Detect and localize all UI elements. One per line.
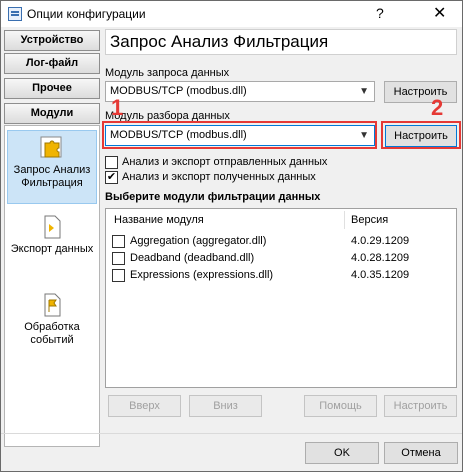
- event-flag-icon: [44, 293, 61, 317]
- module-version: 4.0.35.1209: [351, 269, 410, 281]
- app-icon: [8, 7, 22, 21]
- module-version: 4.0.29.1209: [351, 235, 410, 247]
- check-received-label: Анализ и экспорт полученных данных: [122, 171, 316, 183]
- module-name: Aggregation (aggregator.dll): [130, 235, 267, 247]
- module-checkbox[interactable]: [112, 269, 125, 282]
- ok-button[interactable]: OK: [305, 442, 379, 464]
- nav-button-logfile[interactable]: Лог-файл: [4, 53, 100, 74]
- modules-nav-pane: Запрос Анализ Фильтрация Экспорт данных …: [4, 125, 100, 447]
- request-module-value: MODBUS/TCP (modbus.dll): [110, 85, 247, 97]
- nav-item-label: Экспорт данных: [10, 243, 94, 255]
- configure-request-button[interactable]: Настроить: [384, 81, 457, 103]
- module-version: 4.0.28.1209: [351, 252, 410, 264]
- move-up-button[interactable]: Вверх: [108, 395, 181, 417]
- column-header-version[interactable]: Версия: [351, 214, 388, 226]
- check-sent-label: Анализ и экспорт отправленных данных: [122, 156, 328, 168]
- list-item[interactable]: Expressions (expressions.dll) 4.0.35.120…: [106, 268, 456, 284]
- column-header-name[interactable]: Название модуля: [114, 214, 204, 226]
- cancel-button[interactable]: Отмена: [384, 442, 458, 464]
- request-module-select[interactable]: MODBUS/TCP (modbus.dll) ▼: [105, 81, 375, 102]
- module-checkbox[interactable]: [112, 252, 125, 265]
- request-module-label: Модуль запроса данных: [105, 67, 230, 79]
- nav-button-other[interactable]: Прочее: [4, 78, 100, 99]
- nav-item-export-data[interactable]: Экспорт данных: [7, 210, 97, 276]
- chevron-down-icon: ▼: [359, 130, 369, 141]
- config-options-window: Опции конфигурации ? ✕ Устройство Лог-фа…: [0, 0, 463, 472]
- nav-item-label: Запрос Анализ Фильтрация: [13, 164, 91, 189]
- parse-module-value: MODBUS/TCP (modbus.dll): [110, 129, 247, 141]
- module-checkbox[interactable]: [112, 235, 125, 248]
- list-item[interactable]: Deadband (deadband.dll) 4.0.28.1209: [106, 251, 456, 267]
- configure-parse-button[interactable]: Настроить: [385, 125, 457, 147]
- filter-modules-title: Выберите модули фильтрации данных: [105, 191, 321, 203]
- footer-divider: [1, 433, 462, 434]
- annotation-marker-2: 2: [431, 95, 444, 120]
- move-down-button[interactable]: Вниз: [189, 395, 262, 417]
- list-header: Название модуля Версия: [106, 209, 456, 231]
- puzzle-icon: [40, 136, 62, 158]
- nav-button-device[interactable]: Устройство: [4, 30, 100, 51]
- module-name: Deadband (deadband.dll): [130, 252, 255, 264]
- nav-item-query-analysis-filter[interactable]: Запрос Анализ Фильтрация: [7, 130, 97, 204]
- filter-modules-list[interactable]: Название модуля Версия Aggregation (aggr…: [105, 208, 457, 388]
- check-sent-checkbox[interactable]: [105, 156, 118, 169]
- window-title: Опции конфигурации: [27, 7, 146, 21]
- column-separator: [344, 211, 345, 229]
- annotation-marker-1: 1: [111, 95, 124, 120]
- list-item[interactable]: Aggregation (aggregator.dll) 4.0.29.1209: [106, 234, 456, 250]
- module-name: Expressions (expressions.dll): [130, 269, 274, 281]
- help-button[interactable]: Помощь: [304, 395, 377, 417]
- close-icon[interactable]: ✕: [433, 3, 446, 23]
- nav-button-modules[interactable]: Модули: [4, 103, 100, 124]
- export-icon: [44, 215, 61, 239]
- chevron-down-icon: ▼: [359, 86, 369, 97]
- parse-module-select[interactable]: MODBUS/TCP (modbus.dll) ▼: [105, 125, 375, 146]
- help-icon[interactable]: ?: [376, 5, 384, 21]
- nav-item-label: Обработка событий: [24, 321, 80, 346]
- panel-heading: Запрос Анализ Фильтрация: [105, 29, 457, 55]
- check-received-checkbox[interactable]: ✔: [105, 171, 118, 184]
- nav-item-event-handling[interactable]: Обработка событий: [7, 288, 97, 354]
- configure-filter-button[interactable]: Настроить: [384, 395, 457, 417]
- title-bar: Опции конфигурации ? ✕: [1, 1, 462, 27]
